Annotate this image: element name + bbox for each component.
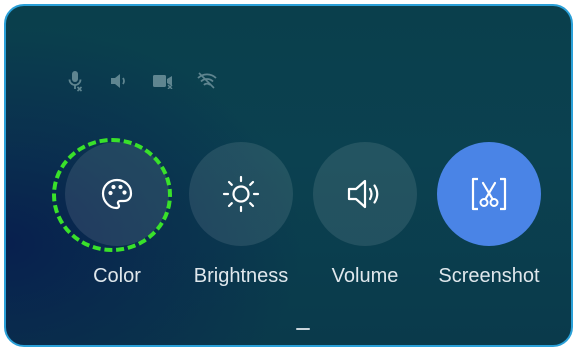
palette-icon (101, 178, 133, 210)
status-icons-row (64, 70, 218, 92)
quick-settings-panel: Color Brightness Volume Screenshot (4, 4, 573, 347)
screenshot-button[interactable] (437, 142, 541, 246)
wifi-off-icon (196, 70, 218, 92)
sun-icon (222, 175, 260, 213)
screenshot-scissors-icon (471, 177, 507, 211)
brightness-button[interactable] (189, 142, 293, 246)
panel-drag-handle[interactable] (296, 328, 310, 330)
brightness-label: Brightness (193, 265, 289, 287)
camera-muted-icon (152, 70, 174, 92)
volume-icon (347, 179, 379, 209)
color-label: Color (93, 265, 141, 287)
speaker-icon (108, 70, 130, 92)
color-button[interactable] (65, 142, 169, 246)
volume-button[interactable] (313, 142, 417, 246)
volume-label: Volume (331, 265, 399, 287)
microphone-muted-icon (64, 70, 86, 92)
screenshot-label: Screenshot (438, 265, 540, 287)
